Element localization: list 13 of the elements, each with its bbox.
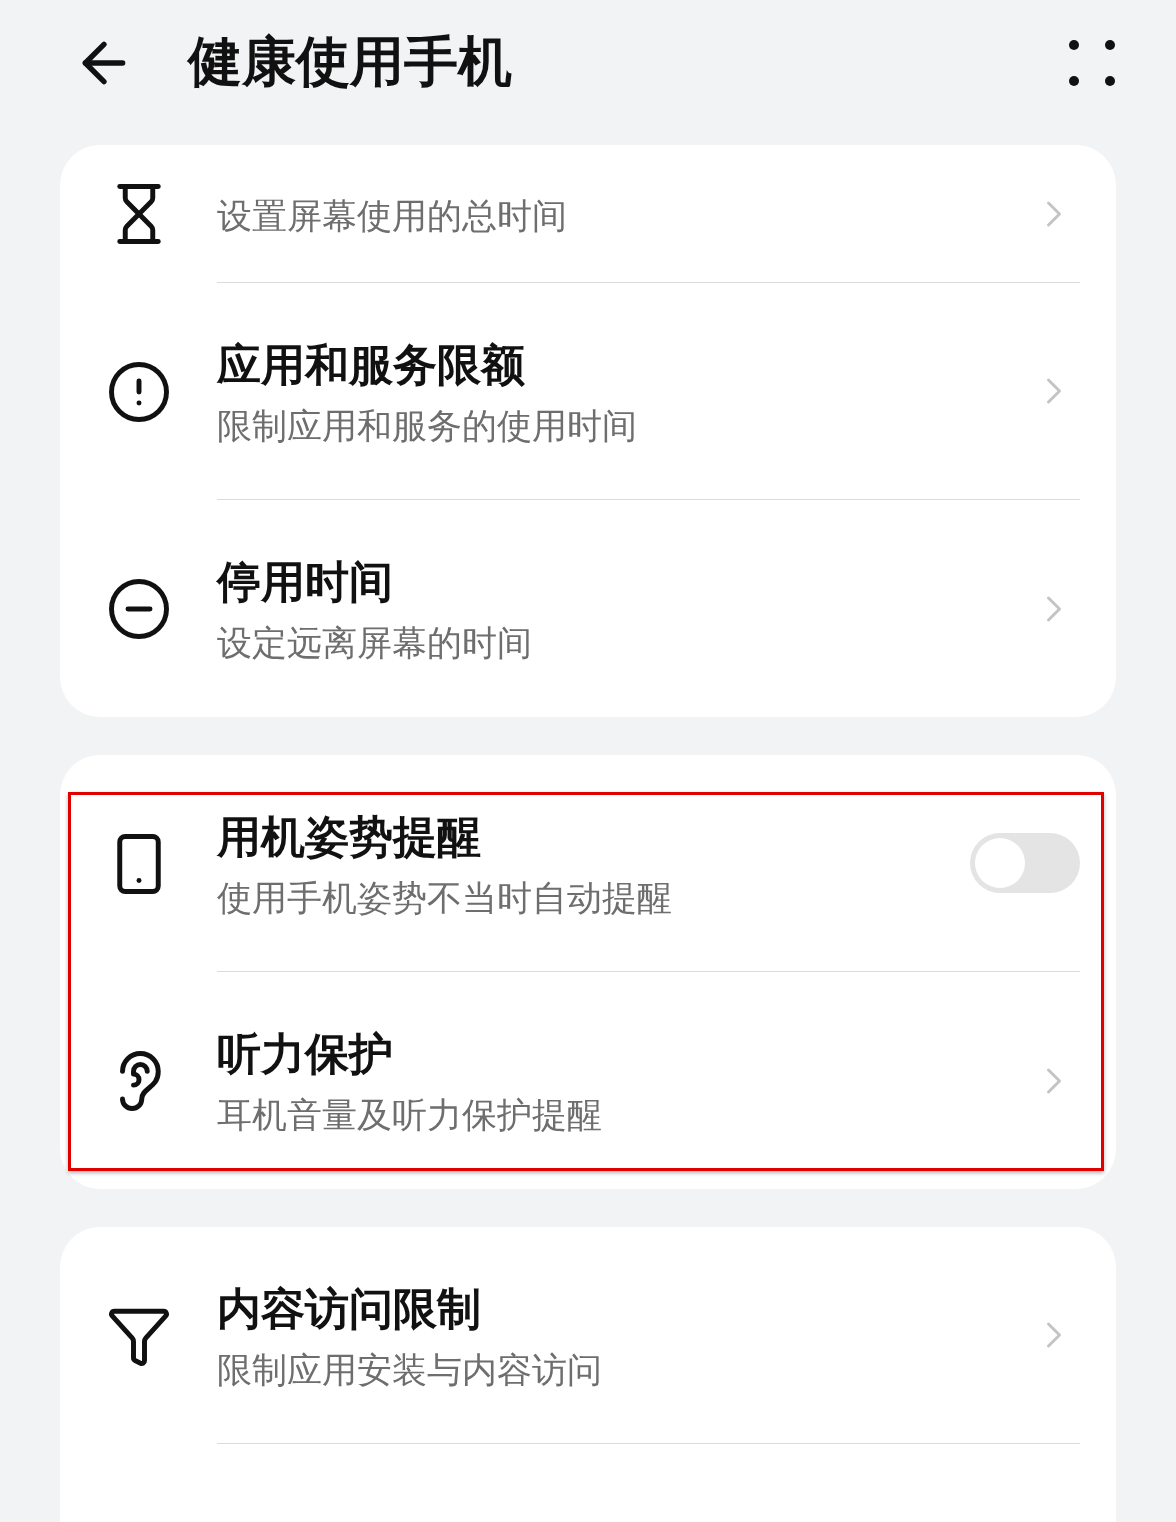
setting-description: 设置屏幕使用的总时间 <box>217 194 568 238</box>
setting-title[interactable]: 内容访问限制 <box>217 1280 1032 1336</box>
more-options-button[interactable] <box>1068 38 1116 87</box>
setting-description: 使用手机姿势不当时自动提醒 <box>217 876 673 920</box>
setting-title[interactable]: 用机姿势提醒 <box>217 808 970 864</box>
setting-title[interactable]: 应用和服务限额 <box>217 336 1032 392</box>
page-title: 健康使用手机 <box>188 29 513 95</box>
setting-title[interactable]: 听力保护 <box>217 1026 1032 1082</box>
setting-description: 耳机音量及听力保护提醒 <box>217 1094 603 1138</box>
setting-description: 限制应用安装与内容访问 <box>217 1348 603 1392</box>
setting-description: 限制应用和服务的使用时间 <box>217 404 638 448</box>
setting-description: 设定远离屏幕的时间 <box>217 622 533 666</box>
setting-title[interactable]: 停用时间 <box>217 554 1032 610</box>
